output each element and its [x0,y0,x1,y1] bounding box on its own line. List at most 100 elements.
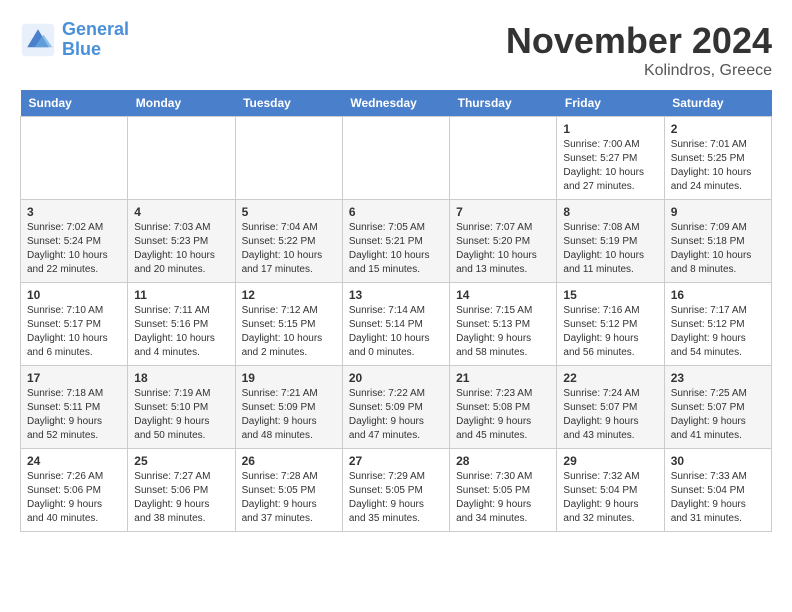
calendar-cell: 18 Sunrise: 7:19 AM Sunset: 5:10 PM Dayli… [128,366,235,449]
day-number: 3 [27,205,121,219]
day-info: Sunrise: 7:00 AM Sunset: 5:27 PM Dayligh… [563,138,657,194]
day-info: Sunrise: 7:23 AM Sunset: 5:08 PM Dayligh… [456,387,550,443]
calendar-cell: 28Sunrise: 7:30 AM Sunset: 5:05 PM Dayli… [450,449,557,532]
calendar-table: SundayMondayTuesdayWednesdayThursdayFrid… [20,90,772,532]
day-number: 7 [456,205,550,219]
day-info: Sunrise: 7:30 AM Sunset: 5:05 PM Dayligh… [456,470,550,526]
day-info: Sunrise: 7:17 AM Sunset: 5:12 PM Dayligh… [671,304,765,360]
day-info: Sunrise: 7:27 AM Sunset: 5:06 PM Dayligh… [134,470,228,526]
calendar-cell: 14Sunrise: 7:15 AM Sunset: 5:13 PM Dayli… [450,283,557,366]
day-header-tuesday: Tuesday [235,90,342,117]
calendar-cell: 17 Sunrise: 7:18 AM Sunset: 5:11 PM Dayli… [21,366,128,449]
calendar-cell: 19Sunrise: 7:21 AM Sunset: 5:09 PM Dayli… [235,366,342,449]
day-info: Sunrise: 7:26 AM Sunset: 5:06 PM Dayligh… [27,470,121,526]
calendar-cell: 6 Sunrise: 7:05 AM Sunset: 5:21 PM Daylig… [342,200,449,283]
day-number: 19 [242,371,336,385]
day-info: Sunrise: 7:32 AM Sunset: 5:04 PM Dayligh… [563,470,657,526]
day-header-wednesday: Wednesday [342,90,449,117]
day-info: Sunrise: 7:10 AM Sunset: 5:17 PM Dayligh… [27,304,121,360]
calendar-cell: 5 Sunrise: 7:04 AM Sunset: 5:22 PM Daylig… [235,200,342,283]
day-number: 2 [671,122,765,136]
calendar-cell: 30 Sunrise: 7:33 AM Sunset: 5:04 PM Dayli… [664,449,771,532]
day-number: 9 [671,205,765,219]
day-number: 18 [134,371,228,385]
day-number: 26 [242,454,336,468]
day-number: 11 [134,288,228,302]
day-number: 10 [27,288,121,302]
day-header-saturday: Saturday [664,90,771,117]
calendar-cell [128,117,235,200]
day-number: 25 [134,454,228,468]
day-info: Sunrise: 7:33 AM Sunset: 5:04 PM Dayligh… [671,470,765,526]
calendar-cell: 29 Sunrise: 7:32 AM Sunset: 5:04 PM Dayli… [557,449,664,532]
calendar-cell [235,117,342,200]
day-number: 15 [563,288,657,302]
day-number: 16 [671,288,765,302]
month-title: November 2024 [506,20,772,62]
day-number: 14 [456,288,550,302]
day-number: 23 [671,371,765,385]
calendar-week-1: 1 Sunrise: 7:00 AM Sunset: 5:27 PM Daylig… [21,117,772,200]
calendar-week-3: 10 Sunrise: 7:10 AM Sunset: 5:17 PM Dayli… [21,283,772,366]
page-header: General Blue November 2024 Kolindros, Gr… [20,20,772,80]
day-number: 30 [671,454,765,468]
day-number: 6 [349,205,443,219]
day-info: Sunrise: 7:12 AM Sunset: 5:15 PM Dayligh… [242,304,336,360]
day-header-friday: Friday [557,90,664,117]
day-number: 29 [563,454,657,468]
day-number: 12 [242,288,336,302]
calendar-cell: 3Sunrise: 7:02 AM Sunset: 5:24 PM Daylig… [21,200,128,283]
calendar-cell [450,117,557,200]
calendar-cell: 27Sunrise: 7:29 AM Sunset: 5:05 PM Dayli… [342,449,449,532]
day-info: Sunrise: 7:07 AM Sunset: 5:20 PM Dayligh… [456,221,550,277]
calendar-cell: 22Sunrise: 7:24 AM Sunset: 5:07 PM Dayli… [557,366,664,449]
calendar-cell: 25 Sunrise: 7:27 AM Sunset: 5:06 PM Dayli… [128,449,235,532]
calendar-week-4: 17 Sunrise: 7:18 AM Sunset: 5:11 PM Dayli… [21,366,772,449]
logo-text: General Blue [62,20,129,60]
calendar-cell: 15 Sunrise: 7:16 AM Sunset: 5:12 PM Dayli… [557,283,664,366]
day-number: 27 [349,454,443,468]
calendar-cell: 16 Sunrise: 7:17 AM Sunset: 5:12 PM Dayli… [664,283,771,366]
day-info: Sunrise: 7:04 AM Sunset: 5:22 PM Dayligh… [242,221,336,277]
day-info: Sunrise: 7:03 AM Sunset: 5:23 PM Dayligh… [134,221,228,277]
title-block: November 2024 Kolindros, Greece [506,20,772,80]
day-number: 1 [563,122,657,136]
day-info: Sunrise: 7:19 AM Sunset: 5:10 PM Dayligh… [134,387,228,443]
location-subtitle: Kolindros, Greece [506,62,772,80]
day-number: 13 [349,288,443,302]
calendar-cell: 26Sunrise: 7:28 AM Sunset: 5:05 PM Dayli… [235,449,342,532]
day-header-sunday: Sunday [21,90,128,117]
day-info: Sunrise: 7:14 AM Sunset: 5:14 PM Dayligh… [349,304,443,360]
logo-icon [20,22,56,58]
day-info: Sunrise: 7:05 AM Sunset: 5:21 PM Dayligh… [349,221,443,277]
day-info: Sunrise: 7:08 AM Sunset: 5:19 PM Dayligh… [563,221,657,277]
day-number: 17 [27,371,121,385]
calendar-cell [342,117,449,200]
day-number: 4 [134,205,228,219]
day-info: Sunrise: 7:25 AM Sunset: 5:07 PM Dayligh… [671,387,765,443]
calendar-week-5: 24 Sunrise: 7:26 AM Sunset: 5:06 PM Dayli… [21,449,772,532]
calendar-cell: 4 Sunrise: 7:03 AM Sunset: 5:23 PM Daylig… [128,200,235,283]
calendar-body: 1 Sunrise: 7:00 AM Sunset: 5:27 PM Daylig… [21,117,772,532]
calendar-header-row: SundayMondayTuesdayWednesdayThursdayFrid… [21,90,772,117]
calendar-cell: 11 Sunrise: 7:11 AM Sunset: 5:16 PM Dayli… [128,283,235,366]
calendar-cell: 12 Sunrise: 7:12 AM Sunset: 5:15 PM Dayli… [235,283,342,366]
day-info: Sunrise: 7:16 AM Sunset: 5:12 PM Dayligh… [563,304,657,360]
calendar-cell: 20Sunrise: 7:22 AM Sunset: 5:09 PM Dayli… [342,366,449,449]
calendar-cell: 21Sunrise: 7:23 AM Sunset: 5:08 PM Dayli… [450,366,557,449]
calendar-cell: 9Sunrise: 7:09 AM Sunset: 5:18 PM Daylig… [664,200,771,283]
day-header-thursday: Thursday [450,90,557,117]
day-info: Sunrise: 7:11 AM Sunset: 5:16 PM Dayligh… [134,304,228,360]
day-number: 24 [27,454,121,468]
day-info: Sunrise: 7:22 AM Sunset: 5:09 PM Dayligh… [349,387,443,443]
day-info: Sunrise: 7:18 AM Sunset: 5:11 PM Dayligh… [27,387,121,443]
day-header-monday: Monday [128,90,235,117]
calendar-cell: 1 Sunrise: 7:00 AM Sunset: 5:27 PM Daylig… [557,117,664,200]
day-number: 5 [242,205,336,219]
calendar-cell: 23 Sunrise: 7:25 AM Sunset: 5:07 PM Dayli… [664,366,771,449]
calendar-cell: 13 Sunrise: 7:14 AM Sunset: 5:14 PM Dayli… [342,283,449,366]
calendar-cell [21,117,128,200]
day-info: Sunrise: 7:24 AM Sunset: 5:07 PM Dayligh… [563,387,657,443]
calendar-cell: 7 Sunrise: 7:07 AM Sunset: 5:20 PM Daylig… [450,200,557,283]
calendar-cell: 8Sunrise: 7:08 AM Sunset: 5:19 PM Daylig… [557,200,664,283]
